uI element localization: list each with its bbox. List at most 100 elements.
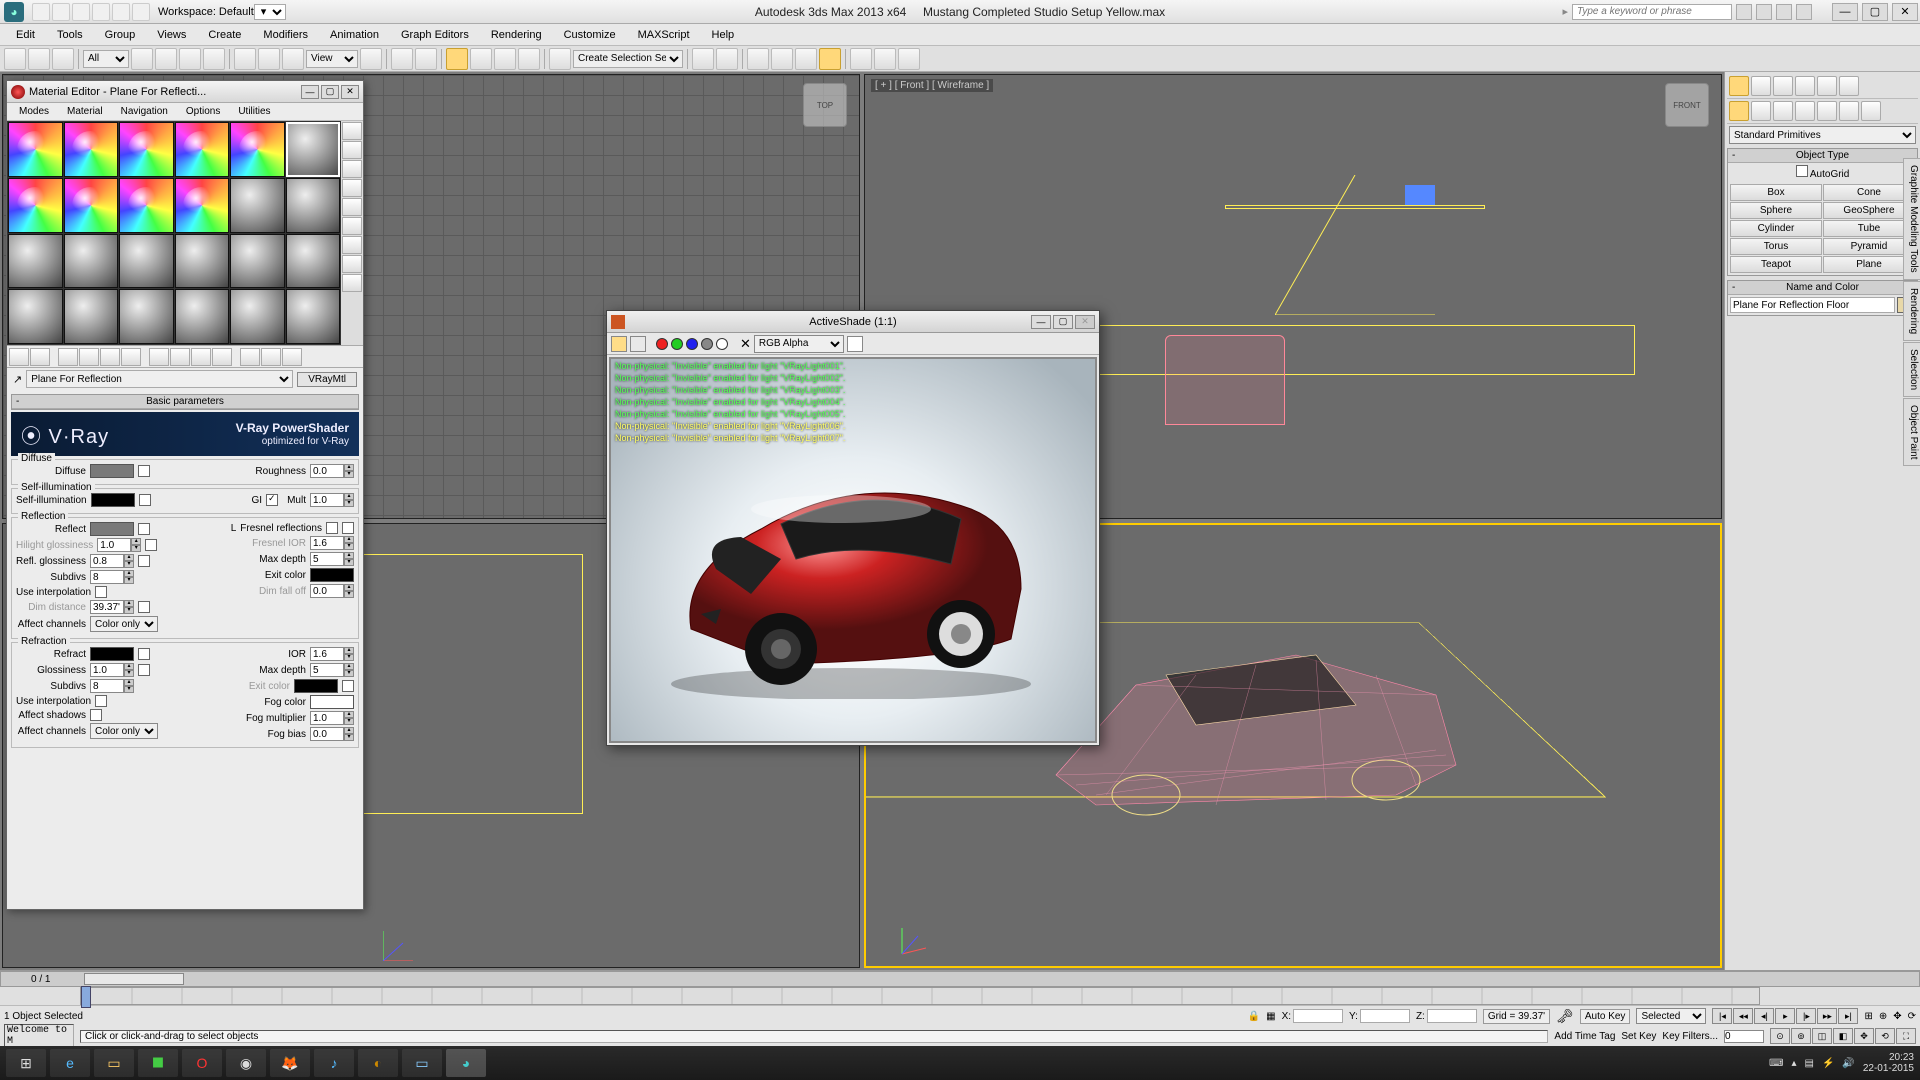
bind-icon[interactable] — [52, 48, 74, 70]
name-color-header[interactable]: Name and Color — [1728, 281, 1917, 295]
as-blue-channel[interactable] — [686, 338, 698, 350]
hierarchy-tab-icon[interactable] — [1773, 76, 1793, 96]
move-icon[interactable] — [234, 48, 256, 70]
dimdist-checkbox[interactable] — [138, 601, 150, 613]
refgloss-input[interactable] — [90, 663, 124, 677]
angle-snap-icon[interactable] — [470, 48, 492, 70]
geometry-icon[interactable] — [1729, 101, 1749, 121]
opera-icon[interactable]: O — [182, 1049, 222, 1077]
box-button[interactable]: Box — [1730, 184, 1822, 201]
refgloss-checkbox[interactable] — [138, 664, 150, 676]
material-slot[interactable] — [8, 289, 63, 344]
menu-group[interactable]: Group — [95, 27, 146, 43]
select-name-icon[interactable] — [155, 48, 177, 70]
activeshade-titlebar[interactable]: ActiveShade (1:1) — ▢ ✕ — [607, 311, 1099, 333]
useinterp2-checkbox[interactable] — [95, 695, 107, 707]
material-type-button[interactable]: VRayMtl — [297, 372, 357, 387]
zoom-ext-icon[interactable]: ◫ — [1812, 1028, 1832, 1044]
help-search-input[interactable] — [1572, 4, 1732, 20]
gi-checkbox[interactable] — [266, 494, 278, 506]
helpers-icon[interactable] — [1817, 101, 1837, 121]
maxdepth-input[interactable] — [310, 552, 344, 566]
hilight-input[interactable] — [97, 538, 131, 552]
menu-customize[interactable]: Customize — [554, 27, 626, 43]
material-editor-icon[interactable] — [819, 48, 841, 70]
addtimetag-button[interactable]: Add Time Tag — [1554, 1031, 1615, 1042]
make-copy-icon[interactable] — [100, 348, 120, 366]
material-slot[interactable] — [119, 122, 174, 177]
time-cursor[interactable] — [81, 986, 91, 1008]
material-slot[interactable] — [64, 122, 119, 177]
snap-icon[interactable]: ▦ — [1266, 1011, 1275, 1022]
pan-icon[interactable]: ✥ — [1854, 1028, 1874, 1044]
zoom-icon[interactable]: ⊙ — [1770, 1028, 1790, 1044]
select-link-icon[interactable] — [4, 48, 26, 70]
material-slot-selected[interactable] — [286, 122, 341, 177]
material-slot[interactable] — [230, 122, 285, 177]
next-frame-button[interactable]: ▸▸ — [1817, 1008, 1837, 1024]
affectch-dropdown[interactable]: Color only — [90, 616, 158, 632]
select-object-icon[interactable] — [131, 48, 153, 70]
spacewarps-icon[interactable] — [1839, 101, 1859, 121]
menu-graph-editors[interactable]: Graph Editors — [391, 27, 479, 43]
shapes-icon[interactable] — [1751, 101, 1771, 121]
get-material-icon[interactable] — [9, 348, 29, 366]
object-type-header[interactable]: Object Type — [1728, 149, 1917, 163]
menu-edit[interactable]: Edit — [6, 27, 45, 43]
as-channel-dropdown[interactable]: RGB Alpha — [754, 335, 844, 353]
menu-maxscript[interactable]: MAXScript — [628, 27, 700, 43]
put-library-icon[interactable] — [149, 348, 169, 366]
as-save-icon[interactable] — [611, 336, 627, 352]
spinner-snap-icon[interactable] — [518, 48, 540, 70]
material-slot[interactable] — [64, 234, 119, 289]
cameras-icon[interactable] — [1795, 101, 1815, 121]
autokey-button[interactable]: Auto Key — [1580, 1009, 1631, 1024]
roughness-input[interactable] — [310, 464, 344, 478]
matmenu-modes[interactable]: Modes — [11, 106, 57, 117]
itunes-icon[interactable]: ♪ — [314, 1049, 354, 1077]
subdivs-input[interactable] — [90, 570, 124, 584]
material-editor-titlebar[interactable]: Material Editor - Plane For Reflecti... … — [7, 81, 363, 103]
time-slider[interactable] — [80, 987, 1760, 1005]
minimize-button[interactable]: — — [1832, 3, 1858, 21]
preview-icon[interactable] — [342, 217, 362, 235]
rotate-icon[interactable] — [258, 48, 280, 70]
material-slot[interactable] — [119, 289, 174, 344]
material-slot[interactable] — [175, 289, 230, 344]
zoomall-icon[interactable]: ⊚ — [1791, 1028, 1811, 1044]
favorite-icon[interactable] — [1776, 4, 1792, 20]
key-icon[interactable]: 🗝 — [1556, 1008, 1574, 1025]
exitcolor-swatch[interactable] — [310, 568, 354, 582]
window-crossing-icon[interactable] — [203, 48, 225, 70]
as-red-channel[interactable] — [656, 338, 668, 350]
material-slot[interactable] — [64, 289, 119, 344]
as-maximize-button[interactable]: ▢ — [1053, 315, 1073, 329]
matmenu-navigation[interactable]: Navigation — [113, 106, 176, 117]
fogmult-input[interactable] — [310, 711, 344, 725]
matmenu-utilities[interactable]: Utilities — [230, 106, 278, 117]
menu-views[interactable]: Views — [147, 27, 196, 43]
make-unique-icon[interactable] — [121, 348, 141, 366]
put-to-scene-icon[interactable] — [30, 348, 50, 366]
unlink-icon[interactable] — [28, 48, 50, 70]
material-slot[interactable] — [8, 122, 63, 177]
render-icon[interactable] — [898, 48, 920, 70]
photos-icon[interactable]: ▭ — [402, 1049, 442, 1077]
material-slot[interactable] — [286, 289, 341, 344]
select-by-mat-icon[interactable] — [342, 255, 362, 273]
as-clone-icon[interactable] — [630, 336, 646, 352]
taskbar-clock[interactable]: 20:23 22-01-2015 — [1863, 1052, 1914, 1074]
refract-swatch[interactable] — [90, 647, 134, 661]
nav-2-icon[interactable]: ⊕ — [1879, 1011, 1887, 1022]
lock-icon[interactable]: 🔒 — [1248, 1011, 1260, 1022]
go-forward-icon[interactable] — [282, 348, 302, 366]
fov-icon[interactable]: ◧ — [1833, 1028, 1853, 1044]
link-icon[interactable] — [132, 3, 150, 21]
go-parent-icon[interactable] — [240, 348, 260, 366]
named-sel-icon[interactable] — [549, 48, 571, 70]
as-green-channel[interactable] — [671, 338, 683, 350]
maximize-button[interactable]: ▢ — [1862, 3, 1888, 21]
affectsh-checkbox[interactable] — [90, 709, 102, 721]
maxvp-icon[interactable]: ⛶ — [1896, 1028, 1916, 1044]
assign-icon[interactable] — [58, 348, 78, 366]
